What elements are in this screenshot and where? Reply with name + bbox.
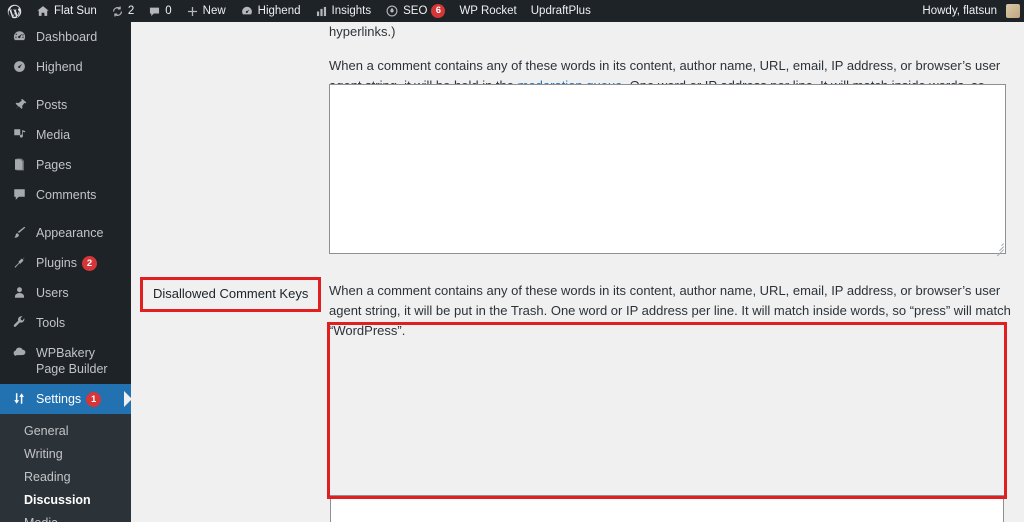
adminbar-seo-badge: 6 [431,4,446,18]
adminbar-my-account[interactable]: Howdy, flatsun [915,0,1024,22]
submenu-item-media[interactable]: Media [0,511,131,522]
speedometer-icon [10,59,28,74]
sidebar-item-label: Highend [36,60,83,74]
adminbar-highend-label: Highend [257,5,301,17]
sidebar-item-label: Settings 1 [36,391,123,408]
settings-submenu: General Writing Reading Discussion Media [0,414,131,522]
sidebar-item-label: Appearance [36,226,104,240]
adminbar-updates[interactable]: 2 [104,0,141,22]
adminbar-seo[interactable]: SEO 6 [378,0,452,22]
submenu-item-writing[interactable]: Writing [0,442,131,465]
adminbar-insights[interactable]: Insights [308,0,379,22]
brush-icon [10,225,28,240]
menu-separator [0,210,131,218]
adminbar-insights-label: Insights [331,5,372,17]
sidebar-item-label: Media [36,128,71,142]
sidebar-item-comments[interactable]: Comments [0,180,131,210]
adminbar-comments-count: 0 [165,5,172,17]
disallowed-comment-keys-textarea-highlight [327,322,1007,499]
dashboard-icon [10,29,28,44]
admin-bar: Flat Sun 2 0 New Highend Insights SEO 6 … [0,0,1024,22]
menu-separator [0,82,131,90]
adminbar-new-label: New [202,5,226,17]
adminbar-wp-rocket-label: WP Rocket [459,5,517,17]
disallowed-comment-keys-description: When a comment contains any of these wor… [329,283,1011,339]
sidebar-item-pages[interactable]: Pages [0,150,131,180]
sidebar-item-settings[interactable]: Settings 1 [0,384,131,415]
comment-moderation-desc-overflow: hyperlinks.) [329,24,396,39]
disallowed-comment-keys-label-highlight: Disallowed Comment Keys [140,277,322,312]
adminbar-site-name[interactable]: Flat Sun [29,0,104,22]
adminbar-greeting: Howdy, flatsun [922,5,997,17]
disallowed-comment-keys-textarea-wrapper [330,495,1004,522]
settings-discussion-content: hyperlinks.) When a comment contains any… [131,22,1024,522]
comment-moderation-textarea-wrapper [329,84,1006,257]
sidebar-item-posts[interactable]: Posts [0,90,131,120]
sidebar-item-appearance[interactable]: Appearance [0,218,131,248]
sidebar-item-label: WPBakery Page Builder [36,346,108,377]
adminbar-comments[interactable]: 0 [141,0,178,22]
settings-icon [10,391,28,406]
sidebar-item-dashboard[interactable]: Dashboard [0,22,131,52]
sidebar-item-label: Tools [36,316,66,331]
comment-icon [148,5,161,18]
updates-icon [111,5,124,18]
sidebar-item-highend[interactable]: Highend [0,52,131,82]
bar-chart-icon [315,5,328,18]
sidebar-item-media[interactable]: Media [0,120,131,150]
sidebar-item-users[interactable]: Users [0,278,131,308]
adminbar-new-content[interactable]: New [179,0,233,22]
sidebar-item-label: Plugins 2 [36,255,123,272]
adminbar-wp-logo[interactable] [0,0,29,22]
plug-icon [10,255,28,270]
disallowed-comment-keys-label: Disallowed Comment Keys [153,286,309,301]
disallowed-comment-keys-textarea[interactable] [330,495,1004,522]
submenu-item-general[interactable]: General [0,419,131,442]
submenu-item-reading[interactable]: Reading [0,465,131,488]
pin-icon [10,97,28,112]
home-icon [36,4,50,18]
seo-shield-icon [385,4,399,18]
adminbar-updraftplus[interactable]: UpdraftPlus [524,0,598,22]
sidebar-item-plugins[interactable]: Plugins 2 [0,248,131,278]
avatar [1006,4,1020,18]
comment-moderation-textarea[interactable] [329,84,1006,254]
adminbar-highend[interactable]: Highend [233,0,308,22]
adminbar-site-name-label: Flat Sun [54,5,97,17]
sidebar-item-label: Pages [36,158,72,172]
comment-icon [10,187,28,202]
submenu-item-discussion[interactable]: Discussion [0,488,131,511]
adminbar-wp-rocket[interactable]: WP Rocket [452,0,523,22]
wrench-icon [10,315,28,330]
sidebar-item-label: Users [36,286,69,301]
pages-icon [10,157,28,172]
adminbar-seo-label: SEO [403,5,428,17]
admin-sidebar-menu: Dashboard Highend Posts Media Pages Comm… [0,22,131,522]
sidebar-badge-settings: 1 [86,392,102,408]
user-icon [10,285,28,300]
sidebar-badge-plugins: 2 [82,256,97,272]
sidebar-item-tools[interactable]: Tools [0,308,131,338]
sidebar-item-label: Dashboard [36,30,98,44]
speedometer-icon [240,4,254,18]
plus-icon [186,5,199,18]
sidebar-item-wpbakery-page-builder[interactable]: WPBakery Page Builder [0,338,131,384]
cloud-icon [10,345,28,360]
media-icon [10,127,28,142]
adminbar-updates-count: 2 [127,5,135,17]
sidebar-item-label: Comments [36,188,97,202]
sidebar-item-label: Posts [36,98,68,112]
wordpress-icon [7,4,22,19]
adminbar-updraftplus-label: UpdraftPlus [530,5,591,17]
